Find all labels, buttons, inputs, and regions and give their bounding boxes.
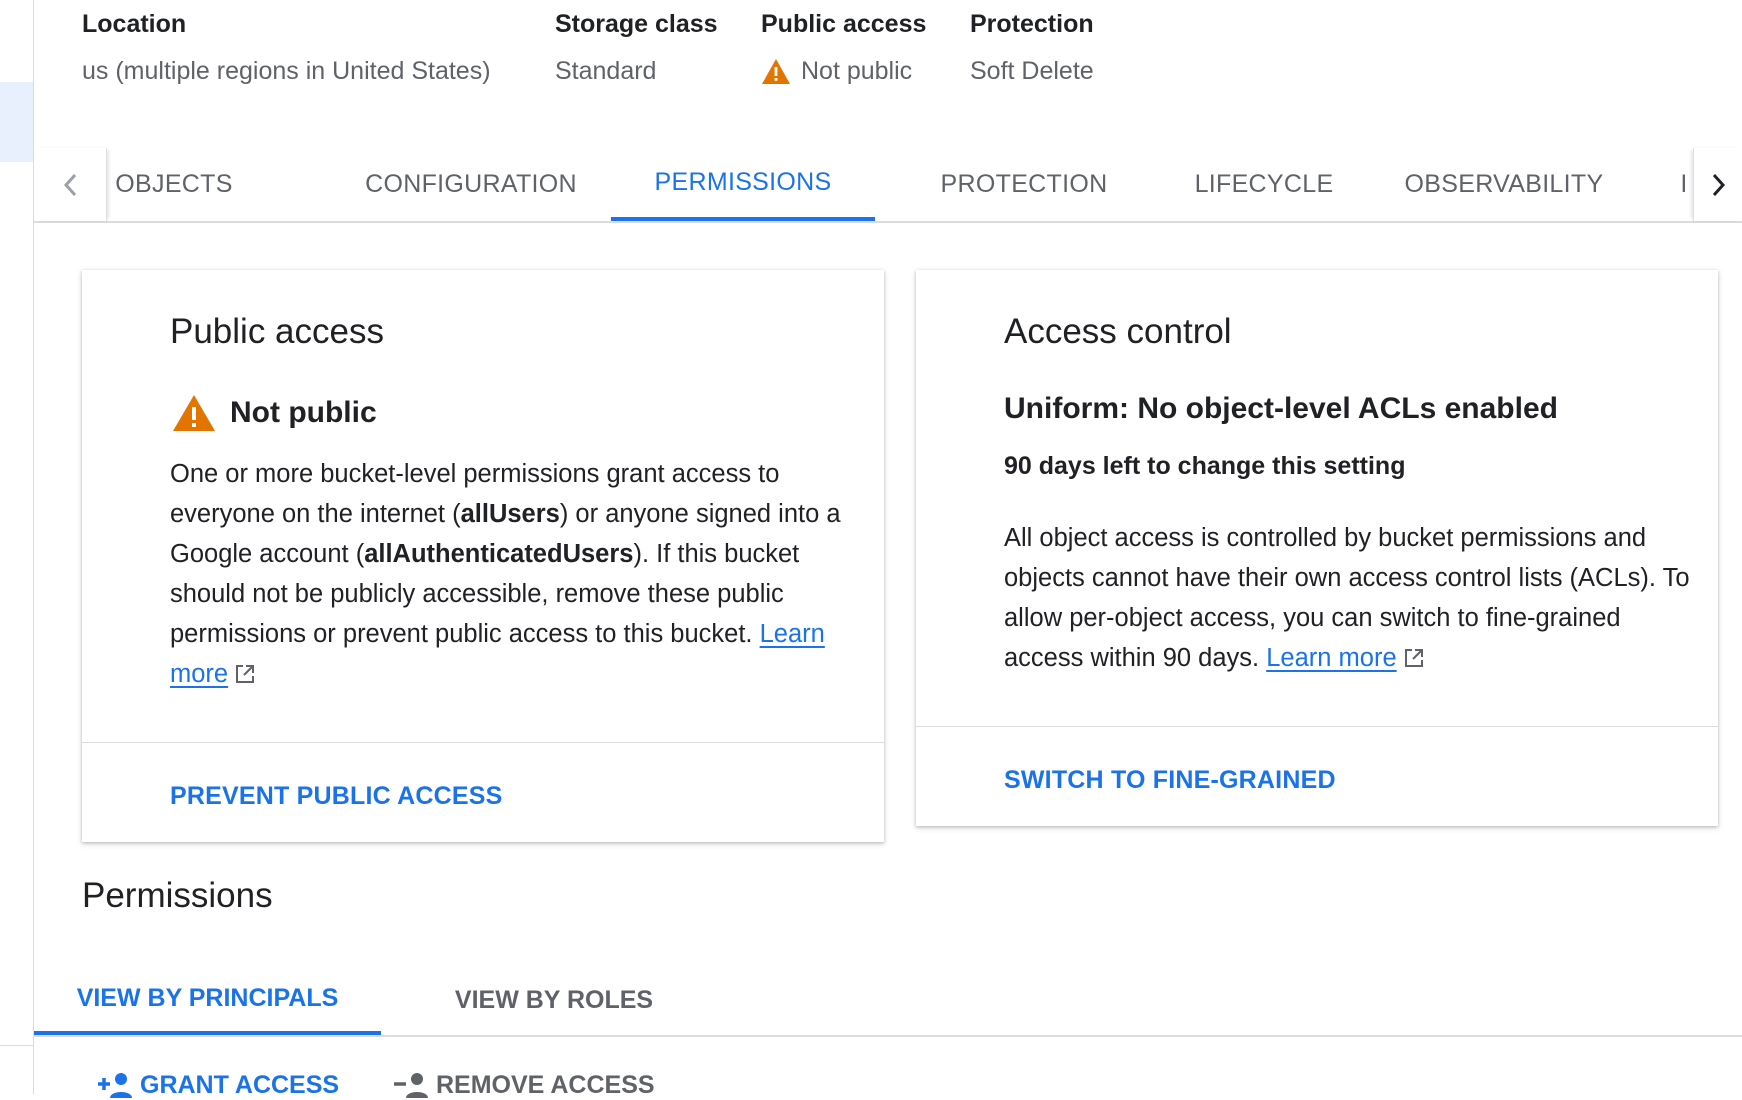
access-control-subtitle: Uniform: No object-level ACLs enabled [1004,392,1558,425]
access-control-card-divider [916,726,1718,727]
tab-observability[interactable]: OBSERVABILITY [1384,148,1624,221]
switch-to-fine-grained-button[interactable]: SWITCH TO FINE-GRAINED [1004,766,1336,795]
protection-value: Soft Delete [970,57,1094,86]
protection-label: Protection [970,10,1094,38]
tab-permissions[interactable]: PERMISSIONS [611,148,875,221]
tab-view-by-principals[interactable]: VIEW BY PRINCIPALS [34,966,381,1035]
remove-access-button[interactable]: REMOVE ACCESS [394,1070,655,1100]
location-label: Location [82,10,187,38]
access-control-learn-more-link[interactable]: Learn more [1266,644,1396,672]
location-value: us (multiple regions in United States) [82,57,491,86]
days-left-text: 90 days left to change this setting [1004,452,1406,480]
access-control-card: Access control Uniform: No object-level … [916,270,1718,826]
public-access-bold-allauth: allAuthenticatedUsers [364,540,634,568]
public-access-card-title: Public access [170,312,384,351]
public-access-status: Not public [172,394,377,432]
public-access-value-text: Not public [801,57,913,85]
storage-class-label: Storage class [555,10,718,38]
warning-icon [173,395,215,431]
access-control-description: All object access is controlled by bucke… [1004,518,1694,678]
location-value-text: us (multiple regions in United States) [82,57,491,85]
storage-class-value: Standard [555,57,656,86]
external-link-icon [236,665,255,683]
public-access-card: Public access Not public One or more buc… [82,270,884,842]
tab-lifecycle[interactable]: LIFECYCLE [1164,148,1364,221]
grant-access-label: GRANT ACCESS [140,1070,340,1099]
tab-protection[interactable]: PROTECTION [919,148,1129,221]
chevron-left-icon [63,173,77,196]
public-access-value: Not public [761,57,912,86]
permissions-section-title: Permissions [82,876,273,915]
tab-objects[interactable]: OBJECTS [104,148,244,221]
tab-configuration[interactable]: CONFIGURATION [356,148,586,221]
remove-person-icon [394,1073,428,1098]
public-access-status-text: Not public [230,396,377,429]
public-access-bold-allusers: allUsers [460,500,560,528]
protection-value-text: Soft Delete [970,57,1094,85]
public-access-card-divider [82,742,884,743]
public-access-description: One or more bucket-level permissions gra… [170,454,860,694]
left-nav-highlight [0,82,33,162]
tabs-scroll-right-button[interactable] [1693,148,1742,221]
storage-class-value-text: Standard [555,57,657,85]
prevent-public-access-button[interactable]: PREVENT PUBLIC ACCESS [170,782,502,811]
bucket-tabs: OBJECTS CONFIGURATION PERMISSIONS PROTEC… [34,148,1742,223]
remove-access-label: REMOVE ACCESS [436,1070,655,1099]
external-link-icon [1404,649,1423,667]
access-control-card-title: Access control [1004,312,1232,351]
chevron-right-icon [1712,173,1725,196]
warning-icon [762,59,790,84]
public-access-label: Public access [761,10,927,38]
add-person-icon [98,1073,132,1098]
permissions-view-tabs: VIEW BY PRINCIPALS VIEW BY ROLES [34,966,1742,1037]
tab-partial[interactable]: I [1674,148,1694,221]
tabs-scroll-left-button[interactable] [34,148,107,221]
grant-access-button[interactable]: GRANT ACCESS [98,1070,339,1100]
left-nav-divider [0,1045,33,1046]
tab-view-by-roles[interactable]: VIEW BY ROLES [414,966,694,1035]
left-nav-rail [0,0,34,1094]
